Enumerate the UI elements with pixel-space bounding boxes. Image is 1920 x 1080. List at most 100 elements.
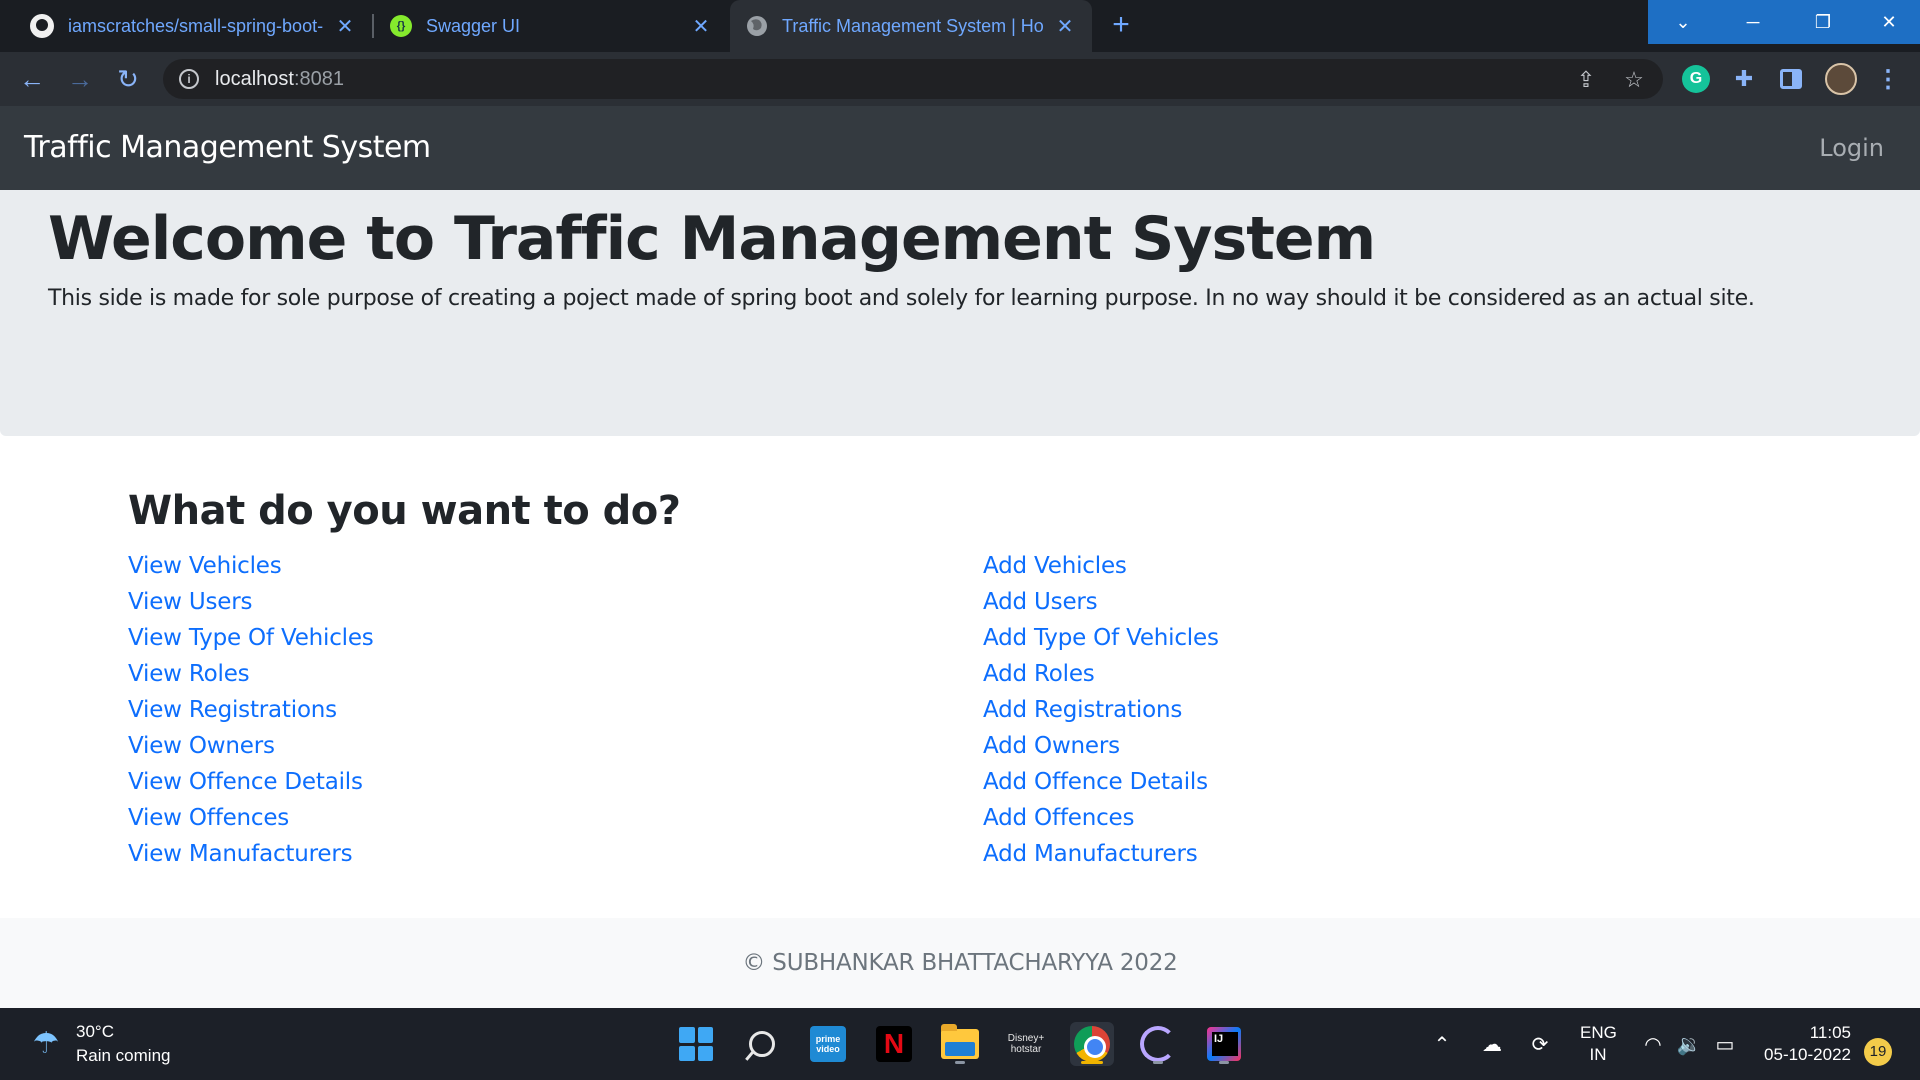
list-item: Add Offences xyxy=(983,800,1219,836)
list-item: Add Vehicles xyxy=(983,548,1219,584)
add-registrations-link[interactable]: Add Registrations xyxy=(983,697,1182,723)
github-icon xyxy=(30,14,54,38)
list-item: Add Registrations xyxy=(983,692,1219,728)
taskbar-app-swirl[interactable] xyxy=(1136,1022,1180,1066)
login-link[interactable]: Login xyxy=(1819,134,1884,162)
search-icon xyxy=(749,1031,775,1057)
close-icon[interactable]: ✕ xyxy=(1054,14,1076,39)
add-users-link[interactable]: Add Users xyxy=(983,589,1098,615)
tab-swagger[interactable]: {} Swagger UI ✕ xyxy=(374,0,728,52)
close-icon[interactable]: ✕ xyxy=(334,14,356,39)
taskbar-app-netflix[interactable]: N xyxy=(872,1022,916,1066)
add-links-list: Add Vehicles Add Users Add Type Of Vehic… xyxy=(983,548,1219,872)
add-offence-details-link[interactable]: Add Offence Details xyxy=(983,769,1208,795)
address-bar-row: ← → ↻ i localhost:8081 ⇪ ☆ G ✚ ⋮ xyxy=(0,52,1920,106)
system-clock[interactable]: 11:05 05-10-2022 xyxy=(1757,1022,1851,1066)
running-indicator xyxy=(1219,1061,1229,1064)
tab-title: Swagger UI xyxy=(426,15,521,36)
list-item: View Manufacturers xyxy=(128,836,374,872)
add-roles-link[interactable]: Add Roles xyxy=(983,661,1095,687)
notification-badge[interactable]: 19 xyxy=(1864,1038,1892,1066)
taskbar-app-hotstar[interactable]: Disney+ hotstar xyxy=(1004,1022,1048,1066)
grammarly-icon[interactable]: G xyxy=(1682,65,1710,93)
umbrella-rain-icon: ☂ xyxy=(32,1027,60,1060)
kebab-menu-icon[interactable]: ⋮ xyxy=(1874,65,1902,93)
view-offence-details-link[interactable]: View Offence Details xyxy=(128,769,363,795)
site-footer: © SUBHANKAR BHATTACHARYYA 2022 xyxy=(0,918,1920,1008)
view-registrations-link[interactable]: View Registrations xyxy=(128,697,337,723)
view-users-link[interactable]: View Users xyxy=(128,589,253,615)
view-vehicles-link[interactable]: View Vehicles xyxy=(128,553,282,579)
wifi-icon[interactable]: ◠ xyxy=(1638,1026,1668,1062)
add-offences-link[interactable]: Add Offences xyxy=(983,805,1134,831)
back-button[interactable]: ← xyxy=(16,63,48,95)
tab-traffic-management[interactable]: Traffic Management System | Ho ✕ xyxy=(730,0,1092,52)
close-icon: ✕ xyxy=(1881,11,1897,32)
extensions-puzzle-icon[interactable]: ✚ xyxy=(1730,65,1758,93)
copyright-text: © SUBHANKAR BHATTACHARYYA 2022 xyxy=(742,950,1178,976)
windows-taskbar: ☂ 30°C Rain coming prime video N Disney+ h… xyxy=(0,1008,1920,1080)
battery-icon[interactable]: ▭ xyxy=(1710,1026,1740,1062)
url-text[interactable]: localhost:8081 xyxy=(215,68,344,91)
welcome-jumbotron: Welcome to Traffic Management System Thi… xyxy=(0,190,1920,436)
weather-status: Rain coming xyxy=(76,1046,171,1065)
side-panel-button[interactable] xyxy=(1777,65,1805,93)
prime-video-icon: prime video xyxy=(810,1026,846,1062)
navbar-brand[interactable]: Traffic Management System xyxy=(24,130,431,165)
view-offences-link[interactable]: View Offences xyxy=(128,805,289,831)
view-type-of-vehicles-link[interactable]: View Type Of Vehicles xyxy=(128,625,374,651)
clock-date: 05-10-2022 xyxy=(1764,1045,1851,1064)
list-item: Add Users xyxy=(983,584,1219,620)
forward-arrow-icon: → xyxy=(67,64,93,94)
profile-avatar[interactable] xyxy=(1825,63,1857,95)
share-icon[interactable]: ⇪ xyxy=(1573,67,1599,93)
minimize-button[interactable]: ─ xyxy=(1718,0,1788,44)
start-button[interactable] xyxy=(674,1022,718,1066)
swagger-icon: {} xyxy=(390,15,412,37)
add-vehicles-link[interactable]: Add Vehicles xyxy=(983,553,1127,579)
sync-icon[interactable]: ⟳ xyxy=(1524,1026,1556,1062)
list-item: Add Manufacturers xyxy=(983,836,1219,872)
forward-button[interactable]: → xyxy=(64,63,96,95)
taskbar-app-prime-video[interactable]: prime video xyxy=(806,1022,850,1066)
add-manufacturers-link[interactable]: Add Manufacturers xyxy=(983,841,1198,867)
taskbar-app-chrome[interactable] xyxy=(1070,1022,1114,1066)
tab-title: iamscratches/small-spring-boot- xyxy=(68,15,324,36)
restore-button[interactable]: ❐ xyxy=(1788,0,1858,44)
add-owners-link[interactable]: Add Owners xyxy=(983,733,1120,759)
reload-button[interactable]: ↻ xyxy=(112,63,144,95)
close-window-button[interactable]: ✕ xyxy=(1858,0,1920,44)
view-roles-link[interactable]: View Roles xyxy=(128,661,250,687)
taskbar-search-button[interactable] xyxy=(740,1022,784,1066)
view-links-list: View Vehicles View Users View Type Of Ve… xyxy=(128,548,374,872)
volume-icon[interactable]: 🔉 xyxy=(1674,1026,1704,1062)
omnibox[interactable]: i localhost:8081 ⇪ ☆ xyxy=(163,59,1663,99)
restore-icon: ❐ xyxy=(1814,11,1832,32)
bookmark-star-icon[interactable]: ☆ xyxy=(1621,67,1647,93)
url-host: localhost xyxy=(215,67,294,90)
running-indicator xyxy=(1081,1061,1103,1064)
taskbar-app-file-explorer[interactable] xyxy=(938,1022,982,1066)
site-navbar: Traffic Management System Login xyxy=(0,106,1920,190)
page-description: This side is made for sole purpose of cr… xyxy=(48,286,1755,311)
chevron-up-icon[interactable]: ⌃ xyxy=(1428,1026,1456,1062)
tab-github[interactable]: iamscratches/small-spring-boot- ✕ xyxy=(14,0,372,52)
weather-widget[interactable]: ☂ 30°C Rain coming xyxy=(28,1020,171,1068)
list-item: Add Type Of Vehicles xyxy=(983,620,1219,656)
close-icon[interactable]: ✕ xyxy=(690,14,712,39)
language-indicator[interactable]: ENG IN xyxy=(1580,1022,1617,1066)
info-icon[interactable]: i xyxy=(179,69,199,89)
onedrive-cloud-icon[interactable]: ☁ xyxy=(1476,1026,1508,1062)
add-type-of-vehicles-link[interactable]: Add Type Of Vehicles xyxy=(983,625,1219,651)
running-indicator xyxy=(955,1061,965,1064)
tab-title: Traffic Management System | Ho xyxy=(782,15,1044,36)
view-manufacturers-link[interactable]: View Manufacturers xyxy=(128,841,353,867)
chrome-icon xyxy=(1074,1026,1110,1062)
new-tab-button[interactable]: + xyxy=(1104,8,1138,42)
tab-search-button[interactable]: ⌄ xyxy=(1648,0,1718,44)
taskbar-app-intellij[interactable] xyxy=(1202,1022,1246,1066)
actions-heading: What do you want to do? xyxy=(128,488,681,534)
clock-time: 11:05 xyxy=(1809,1023,1851,1042)
running-indicator xyxy=(1153,1061,1163,1064)
view-owners-link[interactable]: View Owners xyxy=(128,733,275,759)
